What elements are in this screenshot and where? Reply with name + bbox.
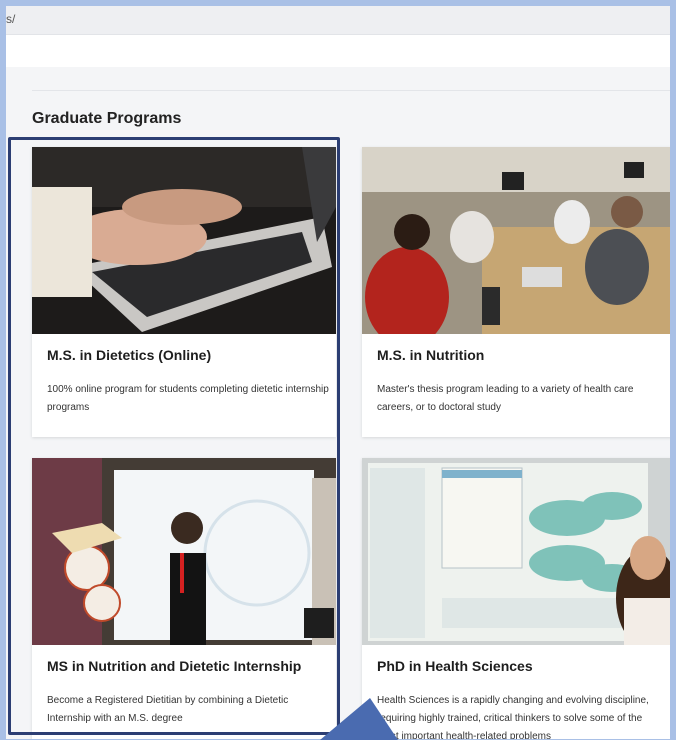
research-poster-photo — [362, 458, 670, 645]
program-description: Become a Registered Dietitian by combini… — [47, 695, 289, 724]
program-card-phd-health-sciences[interactable]: PhD in Health Sciences Health Sciences i… — [362, 458, 670, 739]
program-card-dietetics-online[interactable]: M.S. in Dietetics (Online) 100% online p… — [32, 147, 336, 437]
address-bar[interactable]: s/ — [6, 6, 670, 35]
divider — [32, 90, 670, 91]
program-title[interactable]: PhD in Health Sciences — [377, 658, 533, 674]
laptop-typing-photo — [32, 147, 336, 334]
program-title[interactable]: MS in Nutrition and Dietetic Internship — [47, 658, 301, 674]
page-header-strip — [6, 35, 670, 67]
program-title[interactable]: M.S. in Dietetics (Online) — [47, 347, 211, 363]
students-classroom-photo — [362, 147, 670, 334]
pointer-arrow-icon — [320, 698, 398, 740]
presenter-whiteboard-photo — [32, 458, 336, 645]
program-description: Master's thesis program leading to a var… — [377, 384, 634, 413]
program-title[interactable]: M.S. in Nutrition — [377, 347, 484, 363]
program-card-nutrition[interactable]: M.S. in Nutrition Master's thesis progra… — [362, 147, 670, 437]
url-text: s/ — [6, 12, 16, 26]
program-description: 100% online program for students complet… — [47, 384, 329, 413]
program-description: Health Sciences is a rapidly changing an… — [377, 695, 649, 739]
section-title: Graduate Programs — [32, 110, 182, 127]
browser-viewport: s/ Graduate Programs M.S. in Dietetics (… — [6, 6, 670, 739]
program-card-nutrition-internship[interactable]: MS in Nutrition and Dietetic Internship … — [32, 458, 336, 739]
